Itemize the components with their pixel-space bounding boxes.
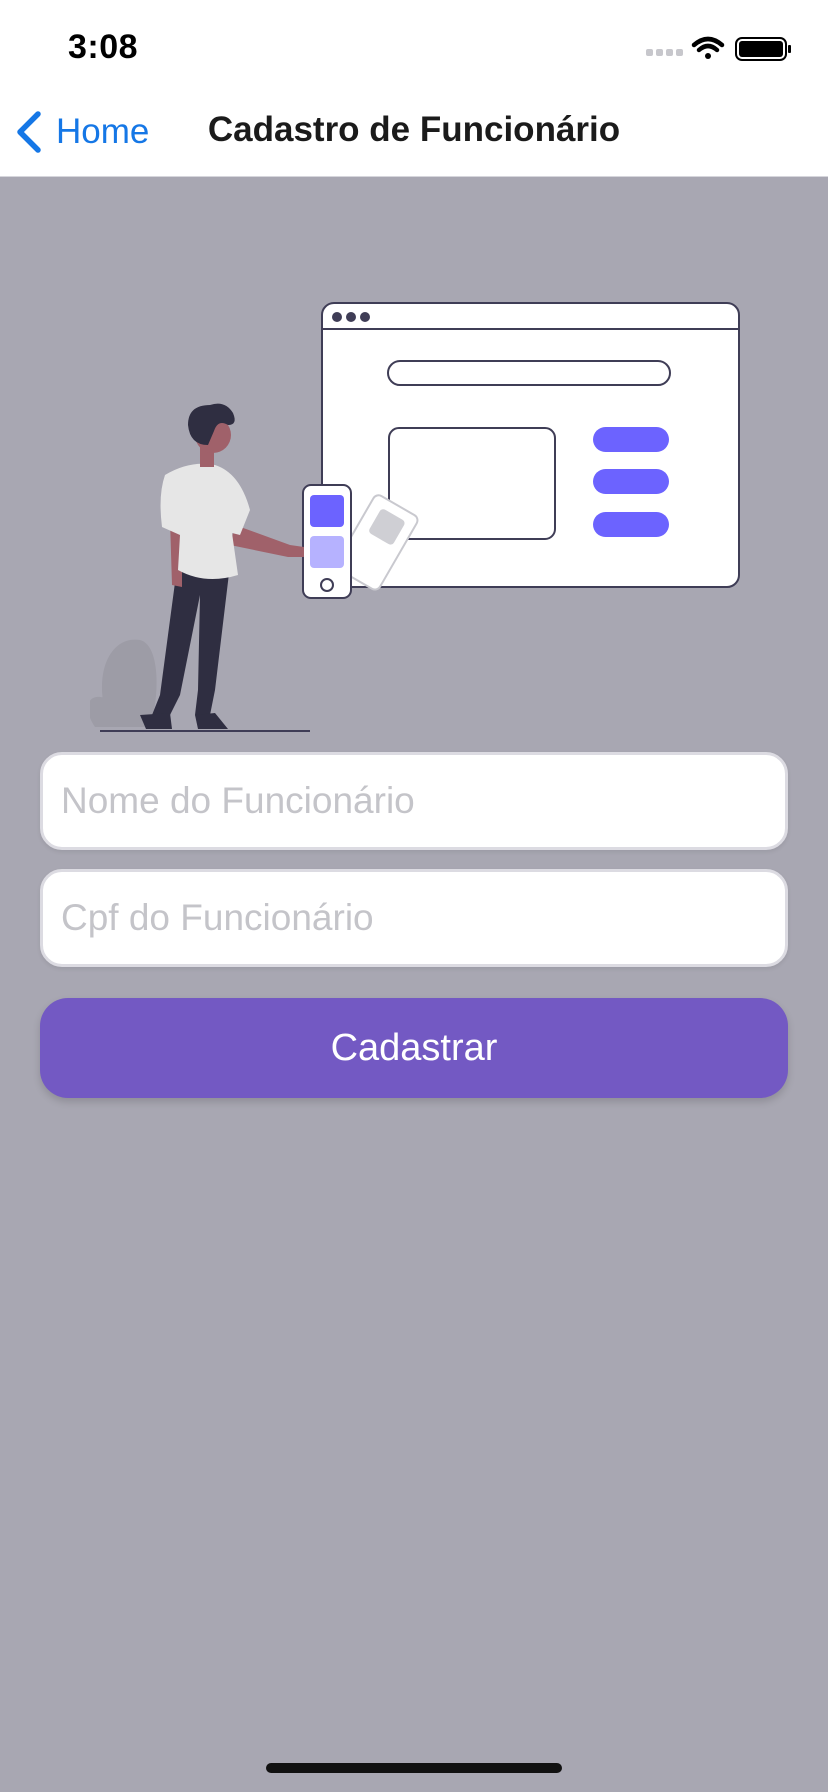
chevron-left-icon — [17, 111, 41, 153]
employee-name-input[interactable] — [43, 755, 785, 847]
status-bar: 3:08 — [0, 0, 828, 88]
employee-cpf-input[interactable] — [43, 872, 785, 964]
person-illustration — [140, 403, 304, 729]
status-time: 3:08 — [68, 28, 139, 66]
phone-illustration — [302, 484, 352, 599]
status-icons — [646, 36, 791, 61]
home-indicator — [266, 1763, 562, 1773]
employee-illustration — [90, 302, 740, 732]
register-button[interactable]: Cadastrar — [40, 998, 788, 1098]
employee-name-field[interactable] — [40, 752, 788, 850]
back-button[interactable]: Home — [14, 106, 149, 158]
navigation-bar: Cadastro de Funcionário Home — [0, 88, 828, 177]
plant-illustration — [90, 639, 157, 727]
wifi-icon — [691, 36, 725, 59]
employee-cpf-field[interactable] — [40, 869, 788, 967]
battery-icon — [735, 37, 791, 61]
signal-icon — [646, 49, 683, 56]
back-label: Home — [56, 112, 150, 151]
